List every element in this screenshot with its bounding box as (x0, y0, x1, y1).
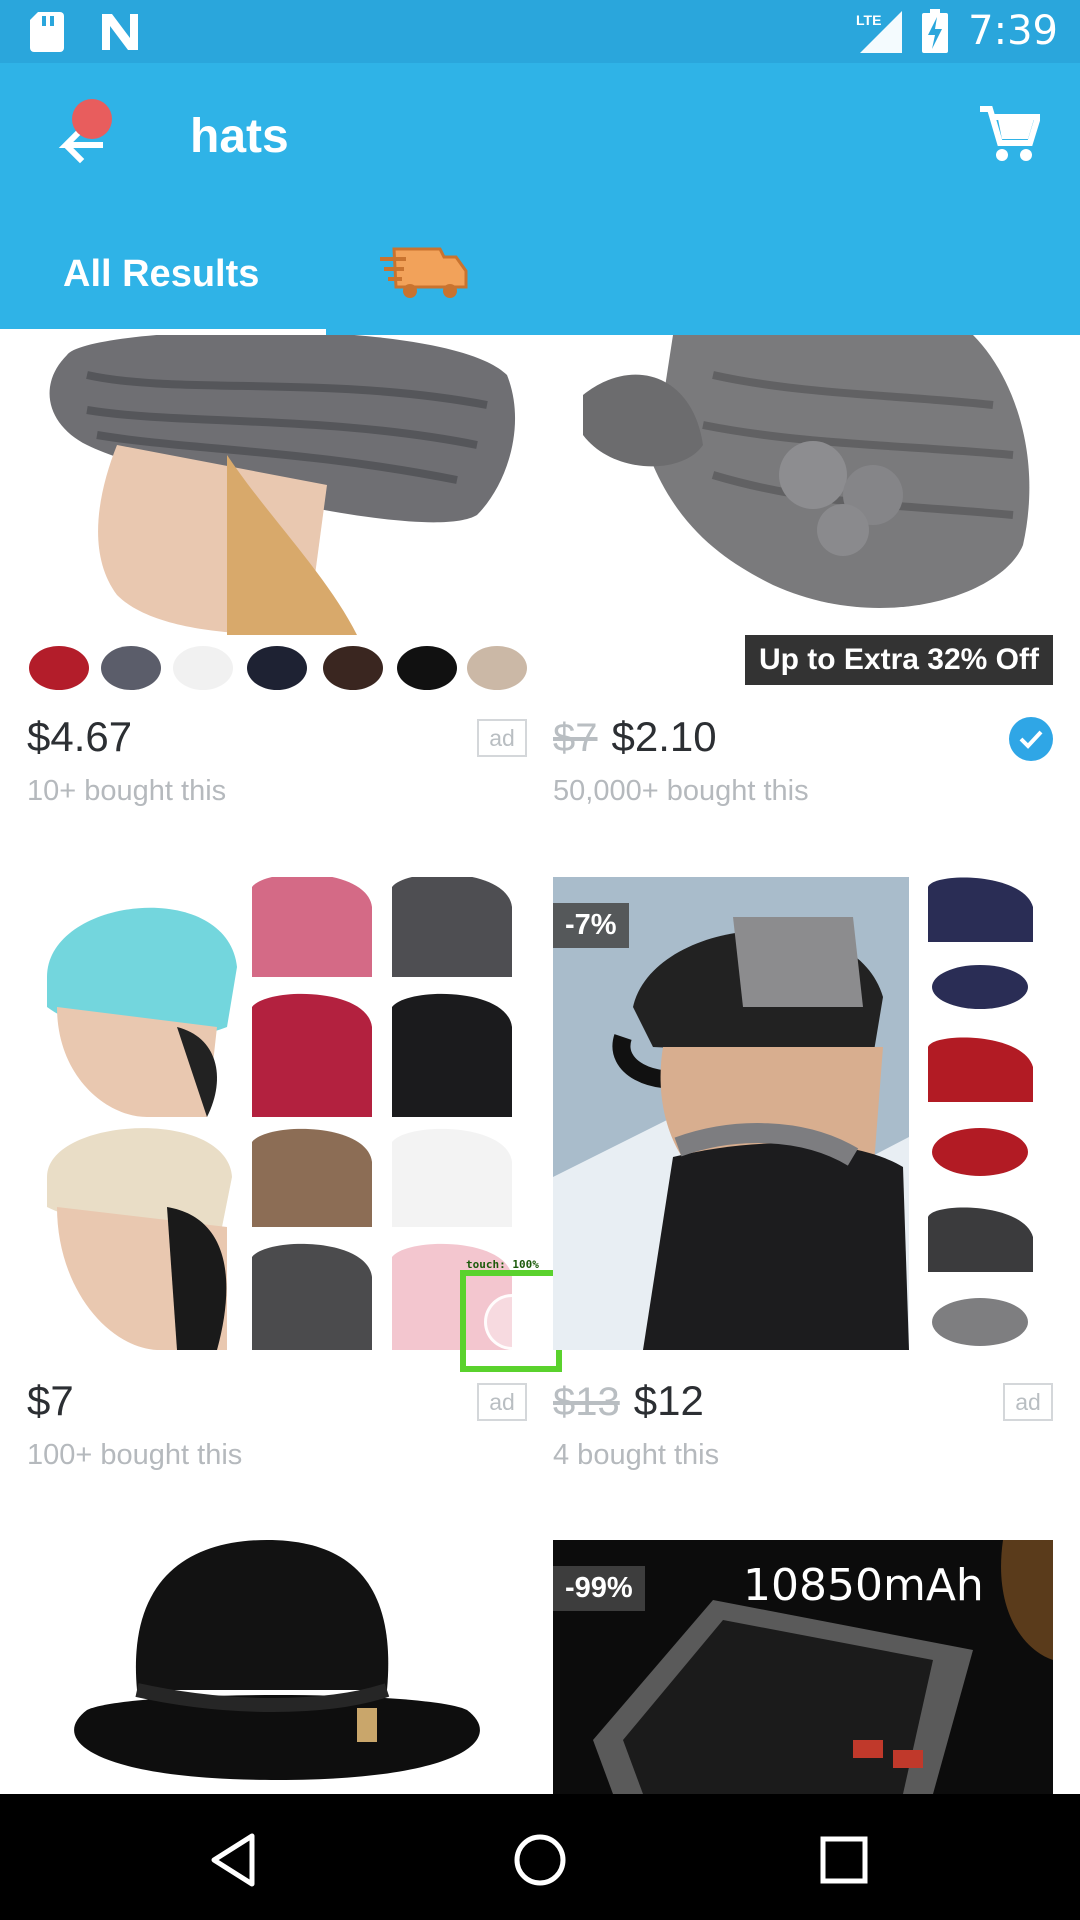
discount-tag: -99% (553, 1566, 645, 1611)
product-image[interactable] (27, 877, 527, 1350)
app-bar: hats All Results (0, 63, 1080, 335)
tab-all-results[interactable]: All Results (0, 241, 326, 335)
product-price: $7 (27, 1377, 74, 1424)
recents-square-icon[interactable] (814, 1830, 874, 1890)
product-price: $2.10 (611, 713, 717, 760)
promo-banner: Up to Extra 32% Off (744, 635, 1053, 685)
product-image[interactable] (27, 1540, 527, 1794)
system-nav-bar (0, 1794, 1080, 1920)
touch-indicator: touch: 100% (460, 1258, 562, 1372)
swatch-row (29, 646, 527, 690)
bought-count: 100+ bought this (27, 1439, 243, 1471)
price-row: $7 $2.10 (553, 713, 1053, 767)
product-price: $12 (633, 1377, 704, 1424)
ponytail-beanie-collage-image (47, 877, 512, 1350)
bought-count: 10+ bought this (27, 775, 227, 807)
app-screen: LTE 7:39 hats All Results $4.67 ad 10+ b… (0, 0, 1080, 1920)
touch-indicator-label: touch: 100% (466, 1258, 539, 1271)
ad-badge: ad (477, 1383, 527, 1421)
black-fedora-image (74, 1540, 480, 1780)
sd-card-icon (30, 12, 64, 52)
original-price: $7 (553, 716, 598, 760)
product-card-6[interactable]: 10850mAh -99% (553, 1540, 1053, 1794)
product-card-5[interactable] (27, 1540, 527, 1794)
notification-dot (72, 99, 112, 139)
fast-delivery-truck-icon (380, 247, 468, 298)
product-card-1[interactable]: $4.67 ad 10+ bought this (27, 335, 527, 835)
lte-signal-icon: LTE (856, 11, 903, 53)
discount-tag: -7% (553, 903, 629, 948)
product-image[interactable] (27, 335, 527, 635)
status-bar: LTE 7:39 (0, 0, 1080, 63)
ad-badge: ad (1003, 1383, 1053, 1421)
shopping-cart-icon (980, 106, 1043, 161)
tab-all-results-label: All Results (63, 253, 260, 295)
price-row: $13 $12 ad (553, 1377, 1053, 1431)
tab-fast-delivery[interactable] (380, 241, 500, 321)
bought-count: 4 bought this (553, 1439, 720, 1471)
n-logo-icon (102, 14, 138, 50)
back-triangle-icon[interactable] (206, 1830, 266, 1890)
price-row: $4.67 ad (27, 713, 527, 767)
status-left-icons (30, 12, 140, 52)
touch-ripple (484, 1294, 540, 1350)
ad-badge: ad (477, 719, 527, 757)
color-swatches[interactable] (27, 640, 527, 690)
bought-count: 50,000+ bought this (553, 775, 809, 807)
cart-button[interactable] (978, 103, 1048, 173)
product-card-2[interactable]: Up to Extra 32% Off $7 $2.10 50,000+ boug… (553, 335, 1053, 835)
search-query-title[interactable]: hats (190, 109, 289, 164)
home-circle-icon[interactable] (510, 1830, 570, 1890)
product-card-3[interactable]: $7 ad 100+ bought this (27, 877, 527, 1477)
verified-check-icon (1009, 717, 1053, 761)
svg-text:LTE: LTE (856, 12, 881, 28)
beanie-woman-image (49, 335, 515, 635)
status-time: 7:39 (968, 8, 1058, 54)
status-right-icons: LTE 7:39 (856, 8, 1058, 54)
product-card-4[interactable]: -7% $13 $12 ad 4 bought this (553, 877, 1053, 1477)
original-price: $13 (553, 1380, 620, 1424)
image-overlay-text: 10850mAh (743, 1560, 984, 1611)
product-price: $4.67 (27, 713, 133, 760)
battery-charging-icon (922, 9, 949, 53)
price-row: $7 ad (27, 1377, 527, 1431)
